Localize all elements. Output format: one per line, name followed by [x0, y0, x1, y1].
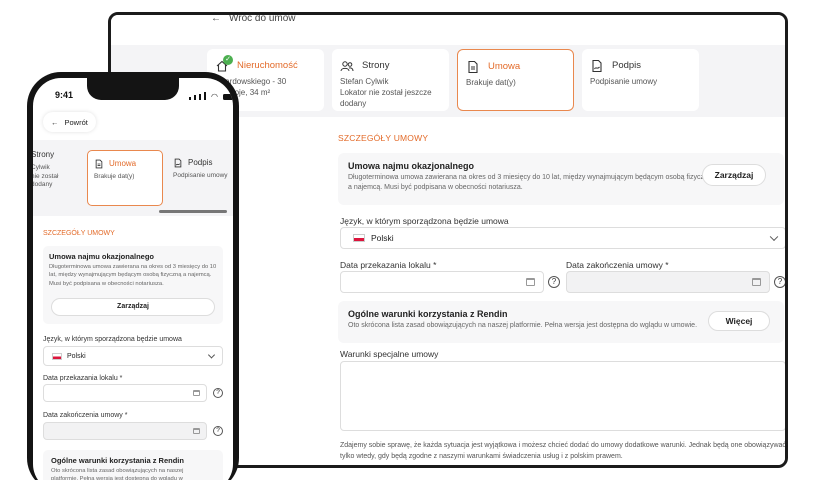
language-value: Polski	[371, 233, 394, 243]
terms-title: Ogólne warunki korzystania z Rendin	[51, 456, 184, 465]
back-link-label: Wróć do umów	[229, 13, 296, 24]
contract-details-panel: SZCZEGÓŁY UMOWY Umowa najmu okazjonalneg…	[224, 117, 786, 465]
chevron-down-icon	[769, 232, 779, 242]
handover-date-input[interactable]	[340, 271, 544, 293]
step-title: Strony	[33, 150, 55, 159]
special-terms-note: Zdajemy sobie sprawę, że każda sytuacja …	[340, 441, 786, 462]
section-title: SZCZEGÓŁY UMOWY	[43, 230, 115, 237]
terms-card: Ogólne warunki korzystania z Rendin Oto …	[338, 301, 784, 343]
calendar-icon[interactable]	[193, 428, 200, 434]
contract-type-card: Umowa najmu okazjonalnego Długoterminowa…	[43, 246, 223, 324]
help-icon[interactable]: ?	[548, 276, 560, 288]
more-button[interactable]: Więcej	[708, 311, 770, 331]
horizontal-scrollbar[interactable]	[159, 210, 227, 213]
handover-date-input[interactable]	[43, 384, 207, 402]
step-title: Umowa	[109, 159, 137, 168]
language-select[interactable]: Polski	[340, 227, 785, 249]
step-title: Podpis	[188, 158, 213, 167]
mobile-step-signature[interactable]: Podpis Podpisanie umowy	[173, 150, 228, 206]
stage: ← Wróć do umów ✓ Nieruchomość Twardowski…	[0, 0, 840, 480]
status-icons: ◠	[189, 92, 233, 100]
step-title: Podpis	[612, 59, 642, 71]
signature-icon	[174, 159, 182, 168]
step-detail: Brakuje dat(y)	[466, 78, 516, 87]
language-value: Polski	[67, 352, 86, 360]
section-title: SZCZEGÓŁY UMOWY	[338, 133, 429, 143]
contract-steps: ✓ Nieruchomość Twardowskiego - 30 2 poko…	[207, 49, 767, 115]
phone-screen: 9:41 ◠ ← Powrót Strony Cylwik nie został…	[33, 78, 233, 480]
terms-card: Ogólne warunki korzystania z Rendin Oto …	[43, 450, 223, 480]
signal-icon	[194, 95, 196, 100]
manage-button[interactable]: Zarządzaj	[702, 164, 766, 186]
check-icon: ✓	[223, 55, 233, 65]
contract-type-description: Długoterminowa umowa zawierana na okres …	[49, 264, 217, 287]
help-icon[interactable]: ?	[213, 388, 223, 398]
arrow-left-icon: ←	[211, 13, 221, 24]
contract-type-description: Długoterminowa umowa zawierana na okres …	[348, 174, 712, 192]
end-date-label: Data zakończenia umowy *	[566, 260, 669, 270]
desktop-header: ← Wróć do umów	[111, 15, 785, 45]
calendar-icon[interactable]	[752, 278, 761, 286]
signal-icon	[199, 93, 201, 100]
help-icon[interactable]: ?	[213, 426, 223, 436]
contract-type-card: Umowa najmu okazjonalnego Długoterminowa…	[338, 153, 784, 205]
calendar-icon[interactable]	[526, 278, 535, 286]
calendar-icon[interactable]	[193, 390, 200, 396]
contract-type-title: Umowa najmu okazjonalnego	[49, 252, 155, 261]
back-button[interactable]: ← Powrót	[43, 112, 96, 132]
step-title: Nieruchomość	[237, 59, 298, 71]
document-icon	[95, 160, 103, 169]
step-detail: Stefan Cylwik	[340, 77, 389, 86]
language-label: Język, w którym sporządzona będzie umowa	[43, 336, 182, 343]
end-date-label: Data zakończenia umowy *	[43, 412, 128, 419]
signature-icon	[592, 59, 602, 73]
document-icon	[468, 60, 478, 74]
end-date-input[interactable]	[43, 422, 207, 440]
users-icon	[340, 61, 354, 72]
step-detail: Cylwik	[33, 163, 50, 171]
back-link[interactable]: ← Wróć do umów	[211, 13, 296, 24]
end-date-input[interactable]	[566, 271, 770, 293]
chevron-down-icon	[207, 351, 216, 359]
step-parties[interactable]: Strony Stefan Cylwik Lokator nie został …	[332, 49, 449, 111]
step-title: Strony	[362, 59, 390, 71]
phone-frame: 9:41 ◠ ← Powrót Strony Cylwik nie został…	[27, 72, 239, 480]
manage-button[interactable]: Zarządzaj	[51, 298, 215, 316]
note-line: tylko wtedy, gdy będą zgodne z naszymi w…	[340, 452, 623, 460]
mobile-step-contract[interactable]: Umowa Brakuje dat(y)	[87, 150, 163, 206]
status-time: 9:41	[55, 90, 74, 100]
battery-icon	[222, 93, 233, 100]
step-detail: Podpisanie umowy	[173, 171, 228, 179]
wifi-icon: ◠	[211, 91, 218, 101]
step-signature[interactable]: Podpis Podpisanie umowy	[582, 49, 699, 111]
step-detail: Brakuje dat(y)	[94, 172, 135, 180]
help-icon[interactable]: ?	[774, 276, 785, 288]
arrow-left-icon: ←	[51, 117, 59, 127]
terms-description: Oto skrócona lista zasad obowiązujących …	[51, 468, 184, 480]
back-button-label: Powrót	[64, 117, 88, 127]
step-contract[interactable]: Umowa Brakuje dat(y)	[457, 49, 574, 111]
step-detail: Podpisanie umowy	[590, 77, 658, 86]
signal-icon	[189, 96, 191, 100]
step-detail: Lokator nie został jeszcze dodany	[340, 87, 432, 108]
special-terms-textarea[interactable]	[340, 361, 785, 431]
handover-date-label: Data przekazania lokalu *	[43, 375, 123, 382]
step-detail: dodany	[33, 181, 53, 189]
signal-icon	[204, 92, 206, 100]
handover-date-label: Data przekazania lokalu *	[340, 260, 437, 270]
step-title: Umowa	[488, 60, 521, 72]
note-line: Zdajemy sobie sprawę, że każda sytuacja …	[340, 442, 786, 449]
mobile-step-parties[interactable]: Strony Cylwik nie został dodany	[33, 150, 58, 206]
step-detail: nie został	[33, 172, 59, 180]
poland-flag-icon	[353, 234, 365, 242]
poland-flag-icon	[52, 352, 62, 360]
special-terms-label: Warunki specjalne umowy	[340, 349, 439, 359]
phone-notch	[87, 78, 179, 100]
language-label: Język, w którym sporządzona będzie umowa	[340, 216, 509, 226]
language-select[interactable]: Polski	[43, 346, 223, 366]
terms-description: Oto skrócona lista zasad obowiązujących …	[348, 322, 698, 329]
